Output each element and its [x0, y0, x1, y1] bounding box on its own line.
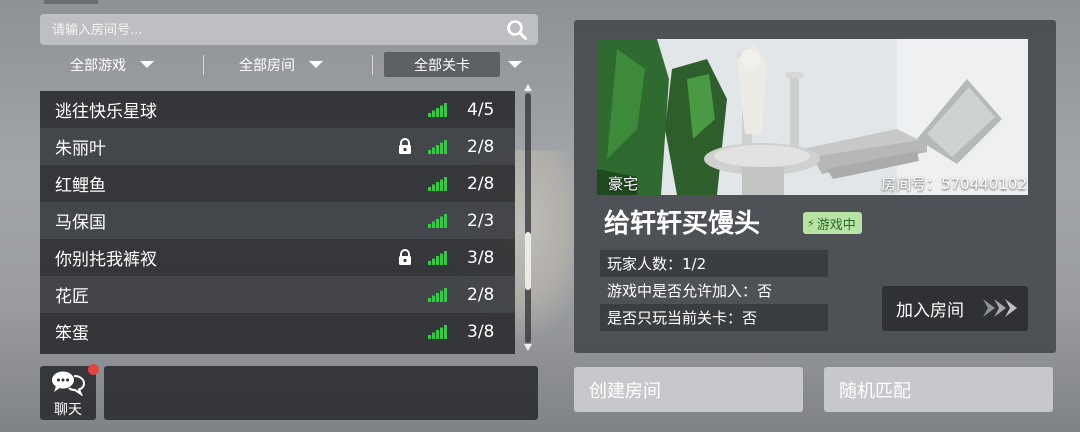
room-list: 逃往快乐星球 4/5 朱丽叶 2/8 红鲤鱼 2/8 马保国 2/3 你别扥我裤衩 3/8 花匠 2/…: [40, 91, 515, 354]
scrollbar-track[interactable]: [525, 93, 531, 343]
scrollbar-thumb[interactable]: [525, 232, 531, 290]
lightning-icon: ⚡: [807, 216, 815, 230]
room-row[interactable]: 逃往快乐星球 4/5: [40, 91, 515, 128]
signal-strength-icon: [428, 251, 447, 265]
lock-icon: [399, 249, 411, 265]
room-row[interactable]: 红鲤鱼 2/8: [40, 165, 515, 202]
chat-button[interactable]: 聊天: [40, 366, 96, 420]
room-number: 房间号：570440102: [881, 175, 1027, 193]
room-name: 笨蛋: [55, 324, 89, 344]
filter-divider: [203, 55, 204, 75]
room-name: 马保国: [55, 213, 106, 233]
filter-level-label: 全部关卡: [414, 57, 470, 74]
chevron-down-icon: [140, 61, 154, 68]
chevron-down-icon: [309, 61, 323, 68]
scroll-down-arrow[interactable]: [524, 344, 532, 351]
player-count: 2/8: [467, 173, 495, 194]
map-preview-image: [597, 39, 1028, 195]
players-info: 玩家人数：1/2: [600, 250, 828, 277]
notification-dot: [88, 364, 99, 375]
player-count: 4/5: [467, 99, 495, 120]
player-count: 2/8: [467, 136, 495, 157]
filter-game-label: 全部游戏: [70, 57, 126, 74]
signal-strength-icon: [428, 140, 447, 154]
filter-room-dropdown[interactable]: 全部房间: [239, 52, 323, 77]
player-count: 3/8: [467, 321, 495, 342]
filter-game-dropdown[interactable]: 全部游戏: [70, 52, 154, 77]
player-count: 2/3: [467, 210, 495, 231]
filter-divider: [372, 55, 373, 75]
room-name: 朱丽叶: [55, 139, 106, 159]
scroll-up-arrow[interactable]: [524, 84, 532, 91]
filter-level-dropdown[interactable]: 全部关卡: [384, 52, 500, 77]
random-match-label: 随机匹配: [839, 380, 911, 402]
search-icon[interactable]: [506, 19, 528, 41]
room-row[interactable]: 花匠 2/8: [40, 276, 515, 313]
room-row[interactable]: 马保国 2/3: [40, 202, 515, 239]
room-row[interactable]: 你别扥我裤衩 3/8: [40, 239, 515, 276]
room-name: 花匠: [55, 287, 89, 307]
join-room-button[interactable]: 加入房间: [882, 286, 1028, 331]
room-search-input[interactable]: [50, 14, 494, 47]
room-name: 你别扥我裤衩: [55, 250, 157, 270]
player-count: 3/8: [467, 247, 495, 268]
lock-icon: [399, 138, 411, 154]
room-name: 逃往快乐星球: [55, 102, 157, 122]
status-badge-label: 游戏中: [816, 217, 856, 233]
player-count: 2/8: [467, 284, 495, 305]
chat-bubbles-icon: [52, 371, 86, 396]
chevron-down-icon[interactable]: [508, 61, 522, 68]
random-match-button[interactable]: 随机匹配: [824, 367, 1053, 412]
room-title: 给轩轩买馒头: [604, 209, 761, 239]
map-name: 豪宅: [608, 175, 639, 193]
signal-strength-icon: [428, 103, 447, 117]
double-chevron-right-icon: [983, 299, 1017, 317]
status-badge: ⚡ 游戏中: [803, 212, 862, 234]
chat-label: 聊天: [54, 402, 82, 418]
join-room-label: 加入房间: [896, 301, 964, 321]
room-name: 红鲤鱼: [55, 176, 106, 196]
current-level-info: 是否只玩当前关卡：否: [600, 304, 828, 331]
chat-input-area[interactable]: [104, 366, 538, 420]
room-search-bar[interactable]: [40, 14, 538, 47]
filter-room-label: 全部房间: [239, 57, 295, 74]
create-room-button[interactable]: 创建房间: [574, 367, 803, 412]
allow-join-info: 游戏中是否允许加入：否: [607, 282, 773, 300]
room-row[interactable]: 朱丽叶 2/8: [40, 128, 515, 165]
create-room-label: 创建房间: [589, 380, 661, 402]
signal-strength-icon: [428, 177, 447, 191]
signal-strength-icon: [428, 214, 447, 228]
signal-strength-icon: [428, 288, 447, 302]
top-tab-stub: [44, 0, 98, 4]
signal-strength-icon: [428, 325, 447, 339]
room-row[interactable]: 笨蛋 3/8: [40, 313, 515, 350]
